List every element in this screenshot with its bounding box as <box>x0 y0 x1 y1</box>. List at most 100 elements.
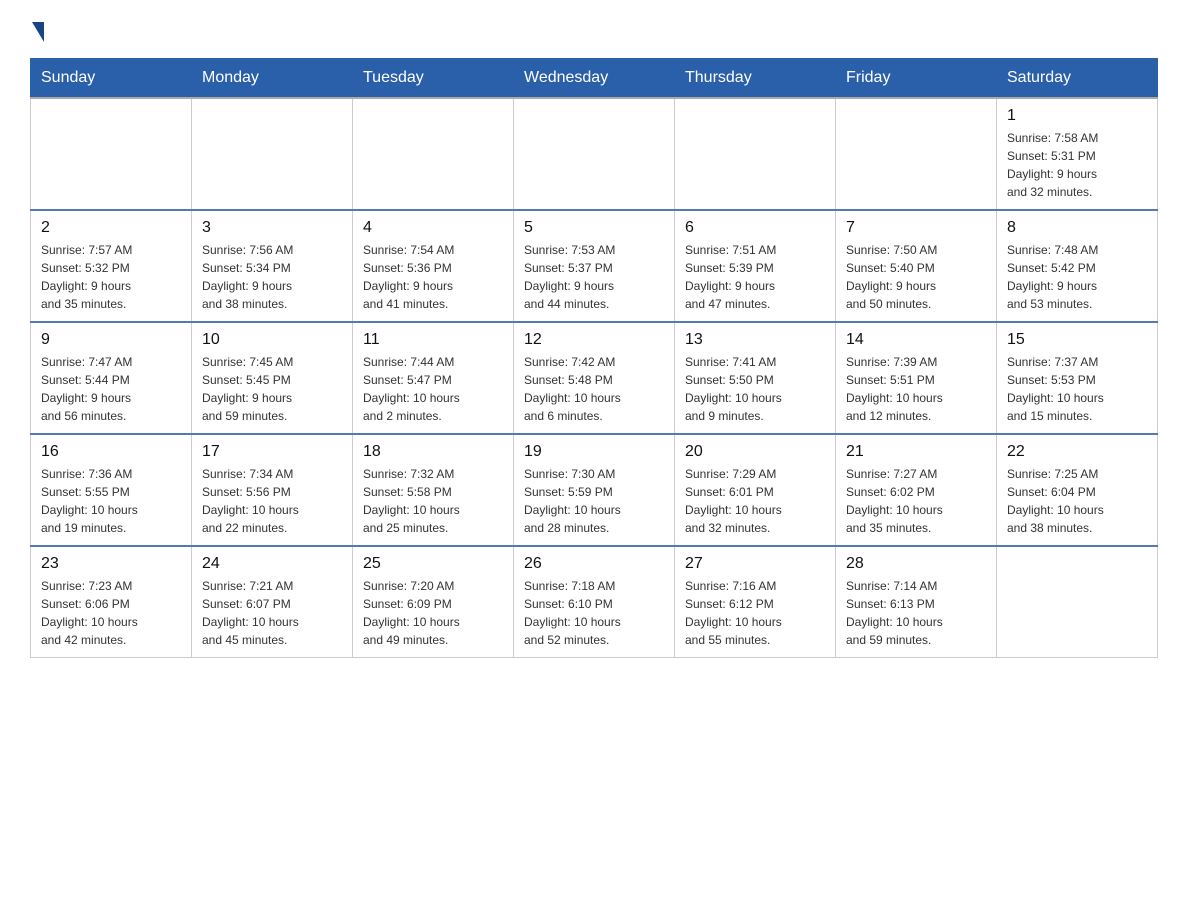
calendar-week-row: 2 Sunrise: 7:57 AM Sunset: 5:32 PM Daylig… <box>31 210 1158 322</box>
day-number: 9 <box>41 331 181 349</box>
day-number: 23 <box>41 555 181 573</box>
day-number: 24 <box>202 555 342 573</box>
day-number: 7 <box>846 219 986 237</box>
calendar-cell: 6 Sunrise: 7:51 AM Sunset: 5:39 PM Daylig… <box>675 210 836 322</box>
calendar-cell: 24 Sunrise: 7:21 AM Sunset: 6:07 PM Dayli… <box>192 546 353 658</box>
day-number: 27 <box>685 555 825 573</box>
calendar-cell: 18 Sunrise: 7:32 AM Sunset: 5:58 PM Dayli… <box>353 434 514 546</box>
calendar-cell: 26 Sunrise: 7:18 AM Sunset: 6:10 PM Dayli… <box>514 546 675 658</box>
day-number: 12 <box>524 331 664 349</box>
day-info: Sunrise: 7:30 AM Sunset: 5:59 PM Dayligh… <box>524 465 664 537</box>
day-of-week-header: Thursday <box>675 59 836 99</box>
day-of-week-header: Tuesday <box>353 59 514 99</box>
calendar-cell: 16 Sunrise: 7:36 AM Sunset: 5:55 PM Dayli… <box>31 434 192 546</box>
day-number: 2 <box>41 219 181 237</box>
day-of-week-header: Monday <box>192 59 353 99</box>
day-info: Sunrise: 7:54 AM Sunset: 5:36 PM Dayligh… <box>363 241 503 313</box>
day-info: Sunrise: 7:44 AM Sunset: 5:47 PM Dayligh… <box>363 353 503 425</box>
day-info: Sunrise: 7:58 AM Sunset: 5:31 PM Dayligh… <box>1007 129 1147 201</box>
day-number: 3 <box>202 219 342 237</box>
day-info: Sunrise: 7:18 AM Sunset: 6:10 PM Dayligh… <box>524 577 664 649</box>
day-number: 18 <box>363 443 503 461</box>
calendar-week-row: 23 Sunrise: 7:23 AM Sunset: 6:06 PM Dayli… <box>31 546 1158 658</box>
calendar-cell <box>675 98 836 210</box>
day-number: 10 <box>202 331 342 349</box>
day-of-week-header: Sunday <box>31 59 192 99</box>
calendar-cell: 7 Sunrise: 7:50 AM Sunset: 5:40 PM Daylig… <box>836 210 997 322</box>
day-number: 5 <box>524 219 664 237</box>
calendar-cell <box>353 98 514 210</box>
calendar-cell: 15 Sunrise: 7:37 AM Sunset: 5:53 PM Dayli… <box>997 322 1158 434</box>
day-number: 21 <box>846 443 986 461</box>
day-info: Sunrise: 7:16 AM Sunset: 6:12 PM Dayligh… <box>685 577 825 649</box>
day-number: 20 <box>685 443 825 461</box>
day-info: Sunrise: 7:27 AM Sunset: 6:02 PM Dayligh… <box>846 465 986 537</box>
calendar-cell: 20 Sunrise: 7:29 AM Sunset: 6:01 PM Dayli… <box>675 434 836 546</box>
calendar-cell: 21 Sunrise: 7:27 AM Sunset: 6:02 PM Dayli… <box>836 434 997 546</box>
day-info: Sunrise: 7:37 AM Sunset: 5:53 PM Dayligh… <box>1007 353 1147 425</box>
calendar-week-row: 16 Sunrise: 7:36 AM Sunset: 5:55 PM Dayli… <box>31 434 1158 546</box>
day-info: Sunrise: 7:20 AM Sunset: 6:09 PM Dayligh… <box>363 577 503 649</box>
calendar-table: SundayMondayTuesdayWednesdayThursdayFrid… <box>30 58 1158 658</box>
day-number: 14 <box>846 331 986 349</box>
day-of-week-header: Saturday <box>997 59 1158 99</box>
calendar-cell: 3Sunrise: 7:56 AM Sunset: 5:34 PM Daylig… <box>192 210 353 322</box>
calendar-cell <box>997 546 1158 658</box>
logo <box>30 20 44 42</box>
calendar-cell: 9 Sunrise: 7:47 AM Sunset: 5:44 PM Daylig… <box>31 322 192 434</box>
calendar-cell: 4 Sunrise: 7:54 AM Sunset: 5:36 PM Daylig… <box>353 210 514 322</box>
day-number: 1 <box>1007 107 1147 125</box>
day-number: 16 <box>41 443 181 461</box>
day-info: Sunrise: 7:41 AM Sunset: 5:50 PM Dayligh… <box>685 353 825 425</box>
day-of-week-header: Friday <box>836 59 997 99</box>
day-number: 19 <box>524 443 664 461</box>
calendar-cell: 8 Sunrise: 7:48 AM Sunset: 5:42 PM Daylig… <box>997 210 1158 322</box>
day-info: Sunrise: 7:29 AM Sunset: 6:01 PM Dayligh… <box>685 465 825 537</box>
day-info: Sunrise: 7:47 AM Sunset: 5:44 PM Dayligh… <box>41 353 181 425</box>
day-info: Sunrise: 7:51 AM Sunset: 5:39 PM Dayligh… <box>685 241 825 313</box>
calendar-cell: 28Sunrise: 7:14 AM Sunset: 6:13 PM Dayli… <box>836 546 997 658</box>
day-info: Sunrise: 7:50 AM Sunset: 5:40 PM Dayligh… <box>846 241 986 313</box>
day-info: Sunrise: 7:25 AM Sunset: 6:04 PM Dayligh… <box>1007 465 1147 537</box>
day-number: 17 <box>202 443 342 461</box>
calendar-cell: 10 Sunrise: 7:45 AM Sunset: 5:45 PM Dayli… <box>192 322 353 434</box>
day-info: Sunrise: 7:48 AM Sunset: 5:42 PM Dayligh… <box>1007 241 1147 313</box>
day-info: Sunrise: 7:34 AM Sunset: 5:56 PM Dayligh… <box>202 465 342 537</box>
calendar-cell: 17 Sunrise: 7:34 AM Sunset: 5:56 PM Dayli… <box>192 434 353 546</box>
calendar-cell: 1 Sunrise: 7:58 AM Sunset: 5:31 PM Daylig… <box>997 98 1158 210</box>
calendar-cell: 22 Sunrise: 7:25 AM Sunset: 6:04 PM Dayli… <box>997 434 1158 546</box>
calendar-cell: 14 Sunrise: 7:39 AM Sunset: 5:51 PM Dayli… <box>836 322 997 434</box>
calendar-cell <box>836 98 997 210</box>
day-info: Sunrise: 7:42 AM Sunset: 5:48 PM Dayligh… <box>524 353 664 425</box>
day-info: Sunrise: 7:23 AM Sunset: 6:06 PM Dayligh… <box>41 577 181 649</box>
calendar-cell: 13Sunrise: 7:41 AM Sunset: 5:50 PM Dayli… <box>675 322 836 434</box>
day-number: 6 <box>685 219 825 237</box>
day-info: Sunrise: 7:36 AM Sunset: 5:55 PM Dayligh… <box>41 465 181 537</box>
calendar-header-row: SundayMondayTuesdayWednesdayThursdayFrid… <box>31 59 1158 99</box>
day-info: Sunrise: 7:14 AM Sunset: 6:13 PM Dayligh… <box>846 577 986 649</box>
calendar-cell: 2 Sunrise: 7:57 AM Sunset: 5:32 PM Daylig… <box>31 210 192 322</box>
day-number: 4 <box>363 219 503 237</box>
calendar-cell: 23 Sunrise: 7:23 AM Sunset: 6:06 PM Dayli… <box>31 546 192 658</box>
calendar-cell <box>192 98 353 210</box>
day-of-week-header: Wednesday <box>514 59 675 99</box>
calendar-cell: 25 Sunrise: 7:20 AM Sunset: 6:09 PM Dayli… <box>353 546 514 658</box>
page-header <box>30 20 1158 42</box>
day-info: Sunrise: 7:32 AM Sunset: 5:58 PM Dayligh… <box>363 465 503 537</box>
day-info: Sunrise: 7:21 AM Sunset: 6:07 PM Dayligh… <box>202 577 342 649</box>
calendar-cell: 12 Sunrise: 7:42 AM Sunset: 5:48 PM Dayli… <box>514 322 675 434</box>
day-number: 25 <box>363 555 503 573</box>
logo-arrow-icon <box>32 22 44 42</box>
day-info: Sunrise: 7:39 AM Sunset: 5:51 PM Dayligh… <box>846 353 986 425</box>
day-number: 8 <box>1007 219 1147 237</box>
calendar-cell: 11Sunrise: 7:44 AM Sunset: 5:47 PM Dayli… <box>353 322 514 434</box>
day-number: 22 <box>1007 443 1147 461</box>
day-info: Sunrise: 7:53 AM Sunset: 5:37 PM Dayligh… <box>524 241 664 313</box>
calendar-cell <box>514 98 675 210</box>
calendar-cell <box>31 98 192 210</box>
day-info: Sunrise: 7:57 AM Sunset: 5:32 PM Dayligh… <box>41 241 181 313</box>
day-info: Sunrise: 7:45 AM Sunset: 5:45 PM Dayligh… <box>202 353 342 425</box>
day-number: 26 <box>524 555 664 573</box>
day-number: 15 <box>1007 331 1147 349</box>
calendar-cell: 5 Sunrise: 7:53 AM Sunset: 5:37 PM Daylig… <box>514 210 675 322</box>
